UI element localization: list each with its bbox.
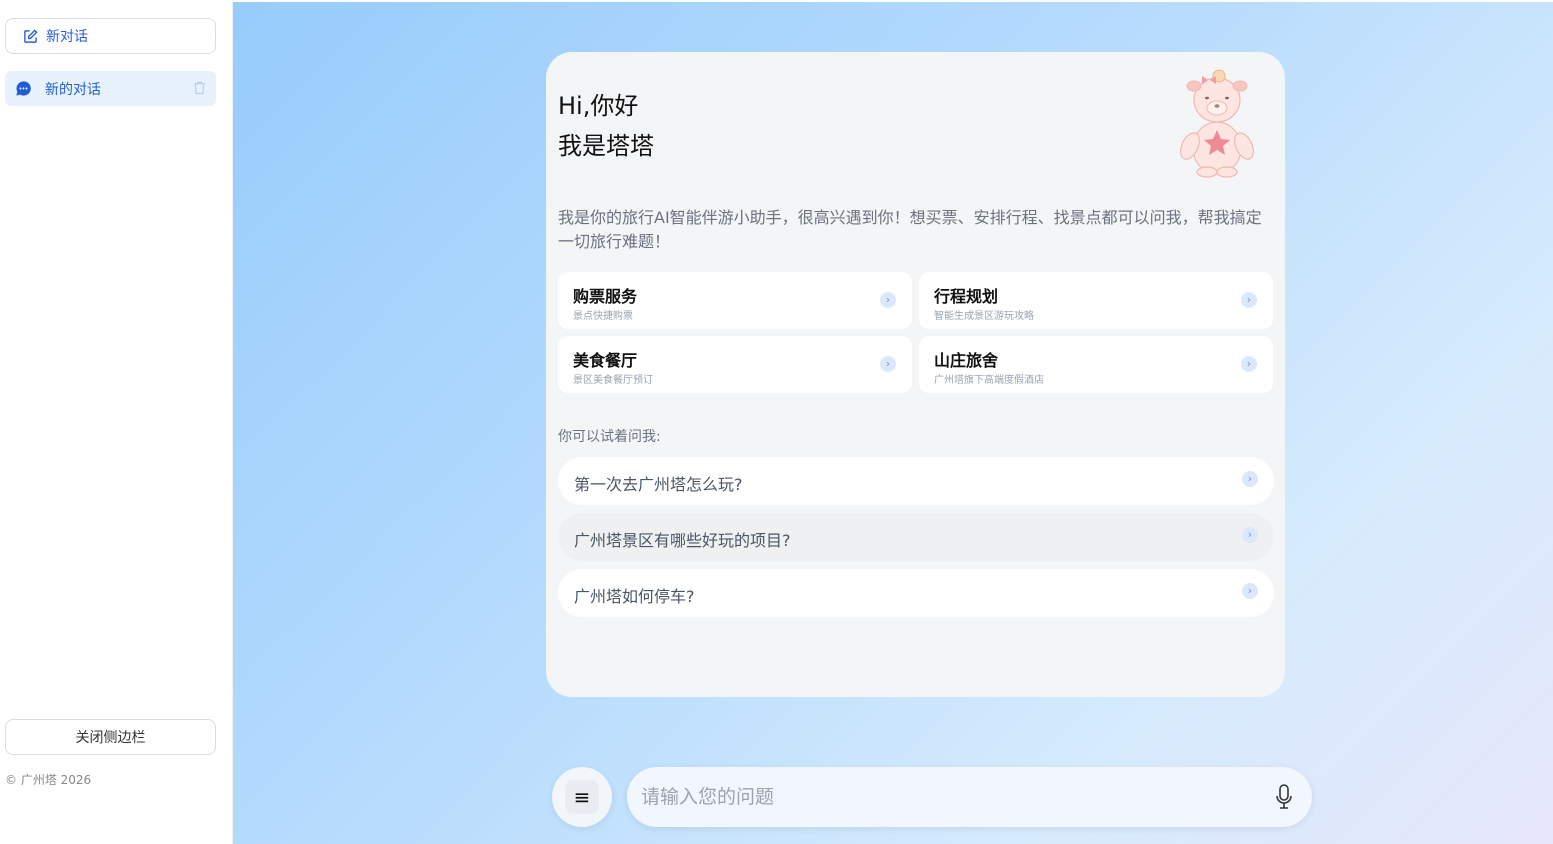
service-title: 美食餐厅 [573,351,638,370]
suggestion-item[interactable]: 第一次去广州塔怎么玩? › [558,457,1274,505]
suggestion-text: 广州塔景区有哪些好玩的项目? [574,531,791,550]
chevron-right-icon: › [1241,356,1257,372]
conversation-item[interactable]: 新的对话 [5,71,216,106]
chevron-right-icon: › [1241,292,1257,308]
chat-input[interactable] [641,779,1241,815]
menu-icon: ≡ [565,780,599,814]
chevron-right-icon: › [880,356,896,372]
chevron-right-icon: › [880,292,896,308]
microphone-icon[interactable] [1274,783,1294,811]
service-subtitle: 广州塔旗下高端度假酒店 [934,375,1044,386]
service-card-itinerary[interactable]: 行程规划 智能生成景区游玩攻略 › [919,272,1273,329]
chevron-right-icon: › [1242,527,1258,543]
main-area: Hi,你好 我是塔塔 我是你的旅行AI智能伴游小助手，很高兴遇到你！想买票、安排… [233,2,1553,844]
chat-bubble-icon [16,81,31,96]
new-chat-label: 新对话 [46,29,88,45]
menu-button[interactable]: ≡ [552,767,612,827]
mascot-bear-icon [1180,69,1254,178]
conversation-label: 新的对话 [45,81,101,98]
suggestions-label: 你可以试着问我: [558,429,661,445]
greeting-line-1: Hi,你好 [558,92,639,120]
intro-text: 我是你的旅行AI智能伴游小助手，很高兴遇到你！想买票、安排行程、找景点都可以问我… [558,208,1262,251]
welcome-card: Hi,你好 我是塔塔 我是你的旅行AI智能伴游小助手，很高兴遇到你！想买票、安排… [546,52,1285,697]
service-subtitle: 景区美食餐厅预订 [573,375,653,386]
sidebar: 新对话 新的对话 关闭侧边栏 © 广州塔 2026 [0,0,233,844]
service-subtitle: 景点快捷购票 [573,311,633,322]
service-card-food[interactable]: 美食餐厅 景区美食餐厅预订 › [558,336,912,393]
suggestion-text: 广州塔如何停车? [574,587,695,606]
chevron-right-icon: › [1242,471,1258,487]
greeting-line-2: 我是塔塔 [558,132,654,160]
close-sidebar-button[interactable]: 关闭侧边栏 [5,719,216,755]
service-title: 购票服务 [573,287,638,306]
chat-input-bar [627,767,1312,827]
service-card-ticket[interactable]: 购票服务 景点快捷购票 › [558,272,912,329]
trash-icon[interactable] [193,81,206,95]
edit-icon [24,28,38,43]
copyright-text: © 广州塔 2026 [5,773,92,787]
chevron-right-icon: › [1242,583,1258,599]
suggestion-item[interactable]: 广州塔如何停车? › [558,569,1274,617]
service-card-hotel[interactable]: 山庄旅舍 广州塔旗下高端度假酒店 › [919,336,1273,393]
service-title: 行程规划 [934,287,999,306]
suggestion-text: 第一次去广州塔怎么玩? [574,475,743,494]
new-chat-button[interactable]: 新对话 [5,18,216,54]
service-subtitle: 智能生成景区游玩攻略 [934,311,1034,322]
suggestion-item[interactable]: 广州塔景区有哪些好玩的项目? › [558,513,1274,561]
service-title: 山庄旅舍 [934,351,999,370]
